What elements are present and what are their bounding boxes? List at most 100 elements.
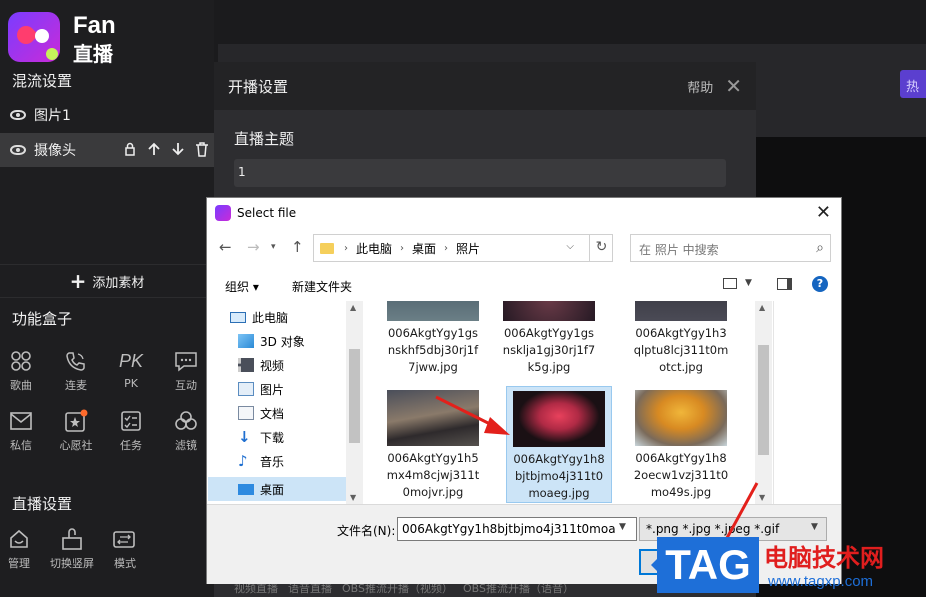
- back-arrow-icon[interactable]: ←: [219, 238, 232, 256]
- chat-icon: [175, 352, 197, 372]
- tree-item-documents[interactable]: 文档: [208, 401, 346, 425]
- forward-arrow-icon[interactable]: →: [247, 238, 260, 256]
- dialog-toolbar: 组织 ▾ 新建文件夹 ▼ ?: [207, 272, 841, 298]
- tool-filter[interactable]: 滤镜: [161, 406, 211, 453]
- tree-label: 桌面: [260, 482, 285, 497]
- eye-icon[interactable]: [10, 110, 26, 120]
- help-link[interactable]: 帮助: [687, 77, 713, 96]
- filter-icon: [175, 411, 197, 430]
- navigation-row: ← → ▾ ↑ › 此电脑 › 桌面 › 照片 ⌵ ↻ 在 照片 中搜索 ⌕: [207, 232, 841, 264]
- file-item[interactable]: 006AkgtYgy1gs nskhf5dbj30rj1f 7jww.jpg: [380, 301, 486, 376]
- file-name: 006AkgtYgy1gs nsklja1gj30rj1f7 k5g.jpg: [502, 326, 596, 374]
- chevron-down-icon[interactable]: ▼: [619, 522, 626, 532]
- arrow-down-icon[interactable]: [170, 141, 186, 157]
- tool-mode[interactable]: 模式: [100, 524, 150, 571]
- search-input[interactable]: 在 照片 中搜索 ⌕: [630, 234, 831, 262]
- file-item[interactable]: 006AkgtYgy1gs nsklja1gj30rj1f7 k5g.jpg: [496, 301, 602, 376]
- recent-dropdown-icon[interactable]: ▾: [271, 242, 276, 252]
- trash-icon[interactable]: [194, 141, 210, 157]
- topic-input[interactable]: 1: [234, 159, 726, 187]
- scroll-up-icon[interactable]: ▲: [350, 303, 356, 312]
- layer-camera[interactable]: 摄像头: [0, 133, 214, 167]
- picture-icon: [238, 382, 254, 396]
- preview-pane-icon[interactable]: [777, 278, 792, 290]
- tree-scrollbar[interactable]: ▲ ▼: [346, 301, 363, 504]
- scroll-down-icon[interactable]: ▼: [350, 493, 356, 502]
- new-folder-button[interactable]: 新建文件夹: [292, 278, 352, 295]
- scroll-up-icon[interactable]: ▲: [759, 303, 765, 312]
- view-options-icon[interactable]: [723, 278, 737, 289]
- tree-item-videos[interactable]: 视频: [208, 353, 346, 377]
- rotate-icon: [62, 528, 82, 550]
- file-thumbnail: [635, 301, 727, 321]
- tree-item-this-pc[interactable]: 此电脑: [208, 305, 346, 329]
- annotation-arrow: [435, 395, 510, 435]
- tree-item-pictures[interactable]: 图片: [208, 377, 346, 401]
- help-icon[interactable]: ?: [812, 276, 828, 292]
- add-material-button[interactable]: + 添加素材: [0, 264, 214, 298]
- hot-button[interactable]: 热: [900, 70, 926, 98]
- up-arrow-icon[interactable]: ↑: [291, 238, 304, 256]
- tool-label: 连麦: [65, 379, 87, 392]
- scrollbar-thumb[interactable]: [758, 345, 769, 455]
- close-icon[interactable]: ✕: [725, 74, 742, 98]
- tree-item-desktop[interactable]: 桌面: [208, 477, 346, 501]
- breadcrumb-item[interactable]: 此电脑: [356, 240, 392, 257]
- tool-manage[interactable]: 管理: [0, 524, 44, 571]
- layer-label: 图片1: [34, 108, 71, 124]
- mix-settings-title: 混流设置: [12, 72, 73, 90]
- tool-switch-portrait[interactable]: 切换竖屏: [47, 524, 97, 571]
- document-icon: [238, 406, 254, 420]
- tree-label: 文档: [260, 406, 285, 421]
- tool-pk[interactable]: PK PK: [106, 346, 156, 391]
- chevron-down-icon[interactable]: ⌵: [566, 241, 574, 252]
- file-grid: 006AkgtYgy1gs nskhf5dbj30rj1f 7jww.jpg 006…: [364, 301, 755, 504]
- tree-label: 下载: [260, 430, 285, 445]
- arrow-up-icon[interactable]: [146, 141, 162, 157]
- tool-label: 互动: [175, 379, 197, 392]
- tree-item-music[interactable]: ♪ 音乐: [208, 449, 346, 473]
- video-icon: [238, 358, 254, 372]
- file-item-selected[interactable]: 006AkgtYgy1h8 bjtbjmo4j311t0 moaeg.jpg: [506, 386, 612, 503]
- tool-messages[interactable]: 私信: [0, 406, 46, 453]
- lock-icon[interactable]: [122, 141, 138, 157]
- grid-scrollbar[interactable]: ▲ ▼: [755, 301, 772, 504]
- file-item[interactable]: 006AkgtYgy1h3 qlptu8lcj311t0m otct.jpg: [628, 301, 734, 376]
- breadcrumb-item[interactable]: 桌面: [412, 240, 436, 257]
- tool-connect-mic[interactable]: 连麦: [51, 346, 101, 393]
- computer-icon: [230, 311, 246, 323]
- tree-item-downloads[interactable]: ↓ 下载: [208, 425, 346, 449]
- search-icon[interactable]: ⌕: [816, 240, 824, 256]
- refresh-icon[interactable]: ↻: [589, 234, 613, 262]
- tool-songs[interactable]: 歌曲: [0, 346, 46, 393]
- chevron-down-icon[interactable]: ▼: [811, 522, 818, 532]
- tree-item-3d-objects[interactable]: 3D 对象: [208, 329, 346, 353]
- breadcrumb-item[interactable]: 照片: [456, 240, 480, 257]
- watermark-title: 电脑技术网: [764, 544, 884, 572]
- app-logo: [8, 12, 60, 62]
- filename-input[interactable]: 006AkgtYgy1h8bjtbjmo4j311t0moa: [397, 517, 637, 541]
- address-bar[interactable]: › 此电脑 › 桌面 › 照片 ⌵: [313, 234, 613, 262]
- cube-icon: [238, 334, 254, 348]
- organize-menu[interactable]: 组织 ▾: [225, 278, 259, 295]
- organize-label: 组织: [225, 280, 250, 294]
- chevron-right-icon: ›: [444, 242, 449, 254]
- dialog-title: Select file: [237, 206, 297, 220]
- eye-icon[interactable]: [10, 145, 26, 155]
- close-icon[interactable]: ✕: [816, 202, 831, 223]
- chevron-down-icon[interactable]: ▼: [745, 278, 752, 288]
- phone-icon: [66, 352, 85, 371]
- tool-label: 私信: [10, 439, 32, 452]
- function-box-title: 功能盒子: [12, 310, 73, 328]
- tree-label: 3D 对象: [260, 334, 305, 349]
- file-name: 006AkgtYgy1h3 qlptu8lcj311t0m otct.jpg: [633, 326, 729, 374]
- layer-image[interactable]: 图片1: [0, 98, 214, 132]
- tool-tasks[interactable]: 任务: [106, 406, 156, 453]
- tool-wish[interactable]: 心愿社: [51, 406, 101, 453]
- tool-label: 滤镜: [175, 439, 197, 452]
- tree-label: 音乐: [260, 454, 285, 469]
- tool-interact[interactable]: 互动: [161, 346, 211, 393]
- tool-label: 心愿社: [59, 439, 93, 452]
- scrollbar-thumb[interactable]: [349, 349, 360, 443]
- dialog-titlebar: Select file ✕: [207, 198, 841, 228]
